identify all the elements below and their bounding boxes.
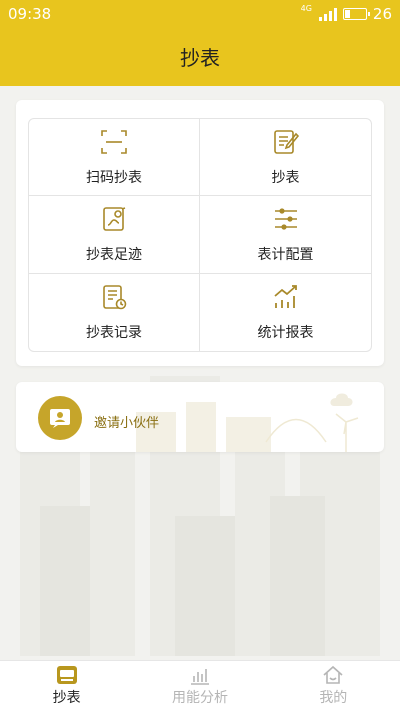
status-time: 09:38 <box>8 5 52 23</box>
nav-label: 我的 <box>319 690 348 706</box>
bottom-navigation: 抄表 用能分析 我的 <box>0 660 400 711</box>
menu-item-reading-records[interactable]: 抄表记录 <box>29 273 200 351</box>
battery-level: 26 <box>372 5 392 23</box>
menu-item-statistics-report[interactable]: 统计报表 <box>200 274 371 351</box>
network-type-label: 4G <box>300 4 312 13</box>
status-bar: 09:38 4G 26 <box>0 0 400 28</box>
menu-item-label: 抄表 <box>271 170 300 187</box>
menu-card: 扫码抄表 抄表 抄表足迹 表计配置 抄表记录 统计报表 <box>16 100 384 366</box>
stats-chart-icon <box>273 285 297 309</box>
menu-item-label: 表计配置 <box>257 247 314 264</box>
edit-meter-icon <box>273 130 299 154</box>
menu-item-label: 统计报表 <box>257 325 314 342</box>
menu-grid: 扫码抄表 抄表 抄表足迹 表计配置 抄表记录 统计报表 <box>28 118 372 352</box>
scan-icon <box>101 130 127 154</box>
nav-tab-meter-reading[interactable]: 抄表 <box>0 661 133 711</box>
menu-item-meter-config[interactable]: 表计配置 <box>200 196 371 274</box>
meter-icon <box>56 666 77 684</box>
nav-label: 用能分析 <box>171 690 228 706</box>
home-icon <box>323 665 343 684</box>
menu-item-label: 扫码抄表 <box>86 170 142 187</box>
invite-card-icon <box>50 409 70 428</box>
menu-item-label: 抄表记录 <box>86 325 142 342</box>
record-icon <box>103 285 127 310</box>
invite-icon-circle <box>38 396 82 440</box>
signal-icon <box>318 7 337 21</box>
invite-partner-banner[interactable]: 邀请小伙伴 <box>16 382 384 452</box>
menu-item-label: 抄表足迹 <box>86 247 142 264</box>
status-indicators: 4G 26 <box>300 4 392 24</box>
nav-label: 抄表 <box>52 690 81 706</box>
invite-label: 邀请小伙伴 <box>94 416 160 431</box>
nav-tab-energy-analysis[interactable]: 用能分析 <box>133 661 266 711</box>
nav-tab-mine[interactable]: 我的 <box>267 661 400 711</box>
footprint-icon <box>103 207 126 232</box>
top-bar: 09:38 4G 26 抄表 <box>0 0 400 86</box>
config-sliders-icon <box>274 208 297 231</box>
page-title: 抄表 <box>180 46 220 70</box>
bar-chart-icon <box>190 669 209 685</box>
battery-icon <box>342 8 370 20</box>
menu-item-footprint[interactable]: 抄表足迹 <box>29 196 200 274</box>
menu-item-meter-reading[interactable]: 抄表 <box>200 119 371 197</box>
menu-item-scan-meter[interactable]: 扫码抄表 <box>29 119 200 197</box>
